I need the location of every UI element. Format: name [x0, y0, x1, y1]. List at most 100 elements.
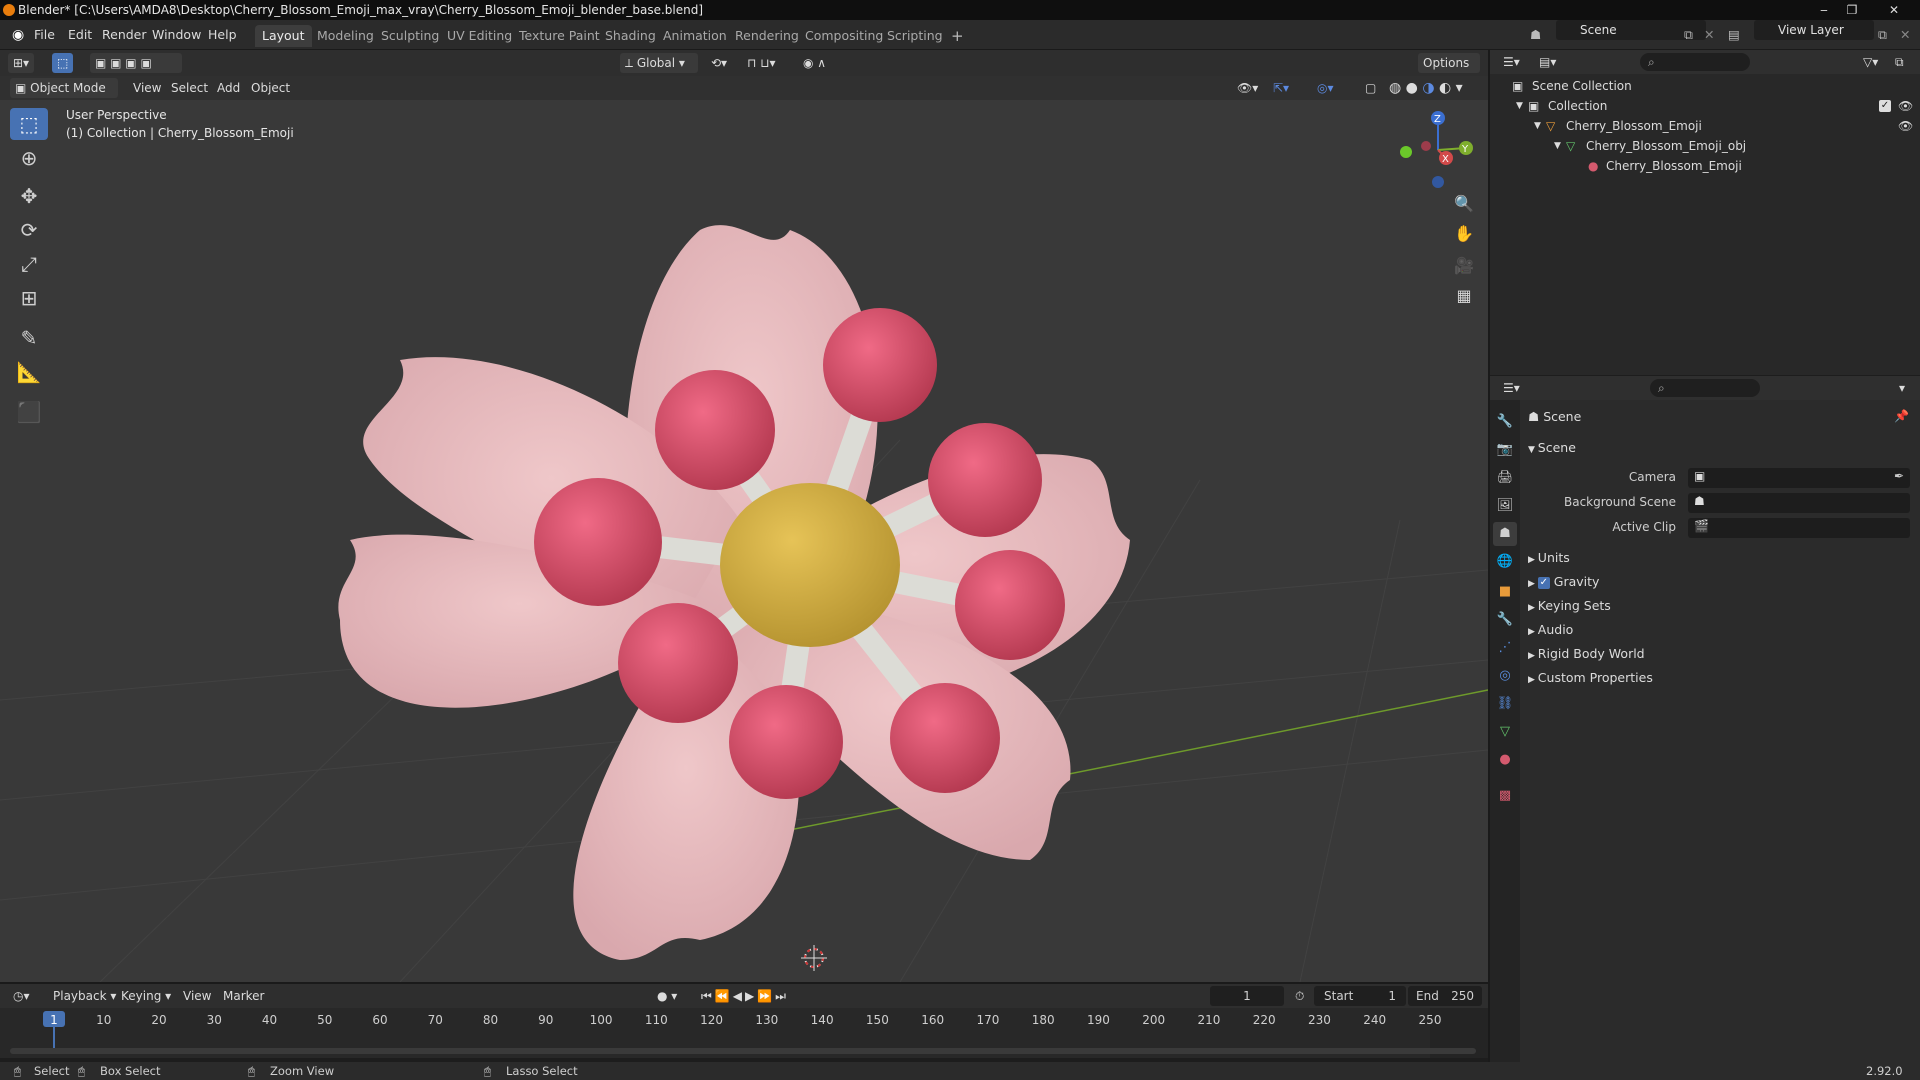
tab-modeling[interactable]: Modeling: [310, 25, 381, 47]
measure-tool-icon[interactable]: 📐: [10, 356, 48, 388]
shading-modes-icons[interactable]: ◍ ● ◑ ◐ ▾: [1384, 78, 1468, 98]
snap-icon[interactable]: ⊓ ⊔▾: [742, 53, 781, 73]
object-tab-icon[interactable]: ■: [1493, 580, 1517, 604]
pivot-icon[interactable]: ⟲▾: [706, 53, 732, 73]
blender-menu-icon[interactable]: ◉: [8, 26, 28, 44]
menu-select[interactable]: Select: [166, 78, 213, 98]
properties-search-input[interactable]: ⌕: [1650, 379, 1760, 397]
minimize-button[interactable]: ‒: [1810, 0, 1838, 20]
filter-icon[interactable]: ▽▾: [1858, 52, 1883, 72]
transform-orientation-dropdown[interactable]: ⟂ Global ▾: [620, 53, 698, 73]
xray-icon[interactable]: ▢: [1360, 78, 1381, 98]
tab-animation[interactable]: Animation: [656, 25, 734, 47]
tab-sculpting[interactable]: Sculpting: [374, 25, 446, 47]
zoom-icon[interactable]: 🔍: [1450, 190, 1478, 218]
render-tab-icon[interactable]: 📷: [1493, 438, 1517, 462]
menu-window[interactable]: Window: [148, 26, 205, 44]
pin-icon[interactable]: 📌: [1894, 409, 1909, 423]
properties-editor-icon[interactable]: ☰▾: [1498, 378, 1525, 398]
tab-layout[interactable]: Layout: [255, 25, 312, 47]
mode-dropdown[interactable]: ▣ Object Mode ▾: [10, 78, 118, 115]
texture-tab-icon[interactable]: ▩: [1493, 784, 1517, 808]
menu-file[interactable]: File: [30, 26, 59, 44]
panel-keying-sets[interactable]: ▶ Keying Sets: [1528, 596, 1611, 616]
world-tab-icon[interactable]: 🌐: [1493, 550, 1517, 574]
panel-rigid-body-world[interactable]: ▶ Rigid Body World: [1528, 644, 1645, 664]
visibility-eye-icon[interactable]: 👁: [1898, 96, 1913, 116]
panel-units[interactable]: ▶ Units: [1528, 548, 1570, 568]
view-layer-icon[interactable]: ▤: [1724, 26, 1744, 44]
pan-hand-icon[interactable]: ✋: [1450, 220, 1478, 248]
add-cube-tool-icon[interactable]: ⬛: [10, 396, 48, 428]
tab-rendering[interactable]: Rendering: [728, 25, 806, 47]
select-tool-icon[interactable]: ⬚: [52, 53, 74, 73]
cursor-tool-icon[interactable]: ⊕: [10, 142, 48, 174]
area-divider-vertical[interactable]: [1488, 50, 1490, 1062]
record-keyframe-icon[interactable]: ● ▾: [652, 986, 682, 1006]
delete-view-layer-icon[interactable]: ✕: [1896, 26, 1914, 44]
close-button[interactable]: ✕: [1880, 0, 1908, 20]
camera-field[interactable]: ▣ ✒: [1688, 468, 1910, 488]
scene-tab-icon[interactable]: ☗: [1493, 522, 1517, 546]
exclude-checkbox[interactable]: ✓: [1879, 100, 1891, 112]
navigation-gizmo[interactable]: Z Y X: [1398, 110, 1478, 190]
options-dropdown[interactable]: Options ▾: [1418, 53, 1480, 90]
delete-scene-icon[interactable]: ✕: [1700, 26, 1718, 44]
visibility-icon[interactable]: 👁▾: [1232, 78, 1263, 98]
panel-gravity[interactable]: ▶ ✓ Gravity: [1528, 572, 1599, 592]
current-frame-field[interactable]: 1: [1210, 986, 1284, 1006]
tree-object[interactable]: ▼ ▽ Cherry_Blossom_Emoji 👁: [1490, 116, 1920, 136]
data-tab-icon[interactable]: ▽: [1493, 720, 1517, 744]
physics-tab-icon[interactable]: ◎: [1493, 664, 1517, 688]
menu-render[interactable]: Render: [98, 26, 151, 44]
keying-dropdown[interactable]: Keying ▾: [116, 986, 176, 1006]
timeline-menu-marker[interactable]: Marker: [218, 986, 269, 1006]
end-frame-field[interactable]: End 250: [1408, 986, 1482, 1006]
menu-add[interactable]: Add: [212, 78, 245, 98]
add-workspace-icon[interactable]: +: [944, 25, 971, 47]
new-view-layer-icon[interactable]: ⧉: [1874, 26, 1891, 44]
editor-type-icon[interactable]: ⊞▾: [8, 53, 35, 73]
timeline-scrollbar[interactable]: [10, 1048, 1476, 1054]
particles-tab-icon[interactable]: ⋰: [1493, 636, 1517, 660]
3d-viewport[interactable]: ⬚ ⊕ ✥ ⟳ ⤢ ⊞ ✎ 📐 ⬛ User Perspective (1) C…: [0, 100, 1488, 982]
tab-compositing[interactable]: Compositing: [798, 25, 890, 47]
tool-tab-icon[interactable]: 🔧: [1493, 410, 1517, 434]
active-clip-field[interactable]: 🎬: [1688, 518, 1910, 538]
menu-view[interactable]: View: [128, 78, 166, 98]
view-layer-selector[interactable]: View Layer: [1754, 20, 1874, 40]
timeline-editor-icon[interactable]: ◷▾: [8, 986, 35, 1006]
stopwatch-icon[interactable]: ⏱: [1290, 986, 1309, 1006]
expand-arrow-icon[interactable]: ▼: [1534, 116, 1541, 136]
gravity-checkbox[interactable]: ✓: [1537, 576, 1550, 589]
panel-custom-properties[interactable]: ▶ Custom Properties: [1528, 668, 1653, 688]
properties-options-icon[interactable]: ▾: [1894, 378, 1910, 398]
overlay-toggle-icon[interactable]: ◎▾: [1312, 78, 1339, 98]
timeline-menu-view[interactable]: View: [178, 986, 216, 1006]
scale-tool-icon[interactable]: ⤢: [10, 248, 48, 280]
panel-scene-header[interactable]: ▼ Scene: [1528, 438, 1576, 458]
gizmo-toggle-icon[interactable]: ⇱▾: [1268, 78, 1294, 98]
expand-arrow-icon[interactable]: ▼: [1516, 96, 1523, 116]
tree-collection[interactable]: ▼ ▣ Collection ✓ 👁: [1490, 96, 1920, 116]
playback-controls-icons[interactable]: ⏮⏪◀▶⏩⏭: [696, 986, 794, 1006]
selection-mode-icons[interactable]: ▣ ▣ ▣ ▣: [90, 53, 182, 73]
maximize-button[interactable]: ❐: [1838, 0, 1866, 20]
move-tool-icon[interactable]: ✥: [10, 180, 48, 212]
tab-scripting[interactable]: Scripting: [880, 25, 950, 47]
new-scene-icon[interactable]: ⧉: [1680, 26, 1697, 44]
scene-icon[interactable]: ☗: [1526, 26, 1545, 44]
transform-tool-icon[interactable]: ⊞: [10, 282, 48, 314]
tree-material[interactable]: ● Cherry_Blossom_Emoji: [1490, 156, 1920, 176]
outliner-editor-icon[interactable]: ☰▾: [1498, 52, 1525, 72]
ortho-grid-icon[interactable]: ▦: [1450, 282, 1478, 310]
eyedropper-icon[interactable]: ✒: [1894, 469, 1904, 483]
modifier-tab-icon[interactable]: 🔧: [1493, 608, 1517, 632]
area-divider-timeline[interactable]: [0, 982, 1488, 984]
tree-mesh-data[interactable]: ▼ ▽ Cherry_Blossom_Emoji_obj: [1490, 136, 1920, 156]
rotate-tool-icon[interactable]: ⟳: [10, 214, 48, 246]
3d-cursor[interactable]: [801, 945, 827, 971]
start-frame-field[interactable]: Start 1: [1314, 986, 1406, 1006]
menu-edit[interactable]: Edit: [64, 26, 96, 44]
display-mode-icon[interactable]: ▤▾: [1534, 52, 1561, 72]
